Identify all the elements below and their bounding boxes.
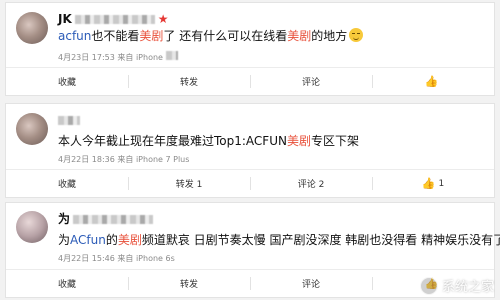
like-button[interactable]: 👍 bbox=[372, 68, 494, 95]
thumbs-up-icon: 👍 bbox=[424, 75, 439, 88]
avatar[interactable] bbox=[16, 211, 48, 243]
thumbs-up-icon: 👍 bbox=[421, 177, 436, 190]
comment-button[interactable]: 评论 bbox=[250, 68, 372, 95]
repost-button[interactable]: 转发 bbox=[128, 270, 250, 297]
content-part: 了 还有什么可以在线看 bbox=[163, 29, 288, 43]
favorite-label: 收藏 bbox=[57, 280, 76, 290]
watermark-text: 系统之家 bbox=[441, 280, 494, 295]
content-part: 为 bbox=[58, 233, 71, 247]
content-part: 的 bbox=[105, 233, 118, 247]
username[interactable]: 为 bbox=[58, 212, 154, 226]
post-card: JK ★ acfun也不能看美剧了 还有什么可以在线看美剧的地方 4月23日 1… bbox=[5, 2, 495, 96]
favorite-button[interactable]: 收藏 bbox=[6, 170, 128, 197]
post-content: acfun也不能看美剧了 还有什么可以在线看美剧的地方 bbox=[58, 28, 364, 44]
username-text: 为 bbox=[58, 212, 71, 226]
repost-label: 转发 bbox=[179, 78, 198, 88]
repost-label: 转发 bbox=[179, 280, 198, 290]
comment-button[interactable]: 评论 bbox=[250, 270, 372, 297]
content-highlight[interactable]: 美剧 bbox=[287, 29, 311, 43]
favorite-button[interactable]: 收藏 bbox=[6, 68, 128, 95]
username-mosaic bbox=[73, 214, 154, 224]
post-content: 本人今年截止现在年度最难过Top1:ACFUN美剧专区下架 bbox=[58, 133, 359, 149]
username[interactable] bbox=[58, 114, 83, 126]
avatar[interactable] bbox=[16, 113, 48, 145]
content-highlight[interactable]: 美剧 bbox=[118, 233, 142, 247]
content-link[interactable]: ACfun bbox=[70, 233, 106, 247]
favorite-label: 收藏 bbox=[57, 180, 76, 190]
comment-label: 评论 bbox=[301, 78, 320, 88]
favorite-label: 收藏 bbox=[57, 78, 76, 88]
content-part: 也不能看 bbox=[91, 29, 140, 43]
comment-button[interactable]: 评论 2 bbox=[250, 170, 372, 197]
weibo-feed: JK ★ acfun也不能看美剧了 还有什么可以在线看美剧的地方 4月23日 1… bbox=[0, 0, 500, 300]
content-part: 本人今年截止现在年度最难过Top1:ACFUN bbox=[58, 134, 287, 148]
content-part: 频道默哀 日剧节奏太慢 国产剧没深度 韩剧也没得看 精神娱乐没有了 bbox=[141, 233, 500, 247]
content-part: 的地方 bbox=[311, 29, 348, 43]
post-meta: 4月23日 17:53 来自 iPhone bbox=[58, 51, 178, 63]
comment-label: 评论 bbox=[301, 280, 320, 290]
like-button[interactable]: 👍 1 bbox=[372, 170, 494, 197]
repost-button[interactable]: 转发 1 bbox=[128, 170, 250, 197]
username[interactable]: JK ★ bbox=[58, 13, 169, 25]
post-card: 本人今年截止现在年度最难过Top1:ACFUN美剧专区下架 4月22日 18:3… bbox=[5, 103, 495, 198]
action-bar: 收藏 转发 1 评论 2 👍 1 bbox=[6, 169, 494, 197]
red-star-icon: ★ bbox=[157, 12, 169, 26]
sweat-smile-emoji-icon bbox=[349, 28, 364, 42]
post-content: 为ACfun的美剧频道默哀 日剧节奏太慢 国产剧没深度 韩剧也没得看 精神娱乐没… bbox=[58, 232, 500, 248]
post-meta: 4月22日 15:46 来自 iPhone 6s bbox=[58, 254, 175, 264]
like-count: 1 bbox=[438, 178, 445, 189]
post-meta-text: 4月23日 17:53 来自 iPhone bbox=[58, 53, 163, 62]
username-mosaic bbox=[74, 14, 155, 24]
action-bar: 收藏 转发 评论 👍 bbox=[6, 67, 494, 95]
comment-label: 评论 2 bbox=[297, 180, 325, 190]
watermark-logo-icon bbox=[419, 276, 438, 295]
meta-mosaic bbox=[165, 51, 178, 60]
content-part: 专区下架 bbox=[310, 134, 359, 148]
post-meta: 4月22日 18:36 来自 iPhone 7 Plus bbox=[58, 155, 189, 165]
post-meta-text: 4月22日 15:46 来自 iPhone 6s bbox=[58, 254, 175, 263]
username-mosaic bbox=[58, 115, 80, 125]
content-highlight[interactable]: 美剧 bbox=[287, 134, 311, 148]
content-part[interactable]: acfun bbox=[58, 29, 91, 43]
post-meta-text: 4月22日 18:36 来自 iPhone 7 Plus bbox=[58, 155, 190, 164]
avatar[interactable] bbox=[16, 12, 48, 44]
content-highlight[interactable]: 美剧 bbox=[139, 29, 163, 43]
repost-label: 转发 1 bbox=[175, 180, 203, 190]
site-watermark: 系统之家 bbox=[419, 276, 494, 295]
repost-button[interactable]: 转发 bbox=[128, 68, 250, 95]
username-text: JK bbox=[58, 12, 72, 26]
favorite-button[interactable]: 收藏 bbox=[6, 270, 128, 297]
